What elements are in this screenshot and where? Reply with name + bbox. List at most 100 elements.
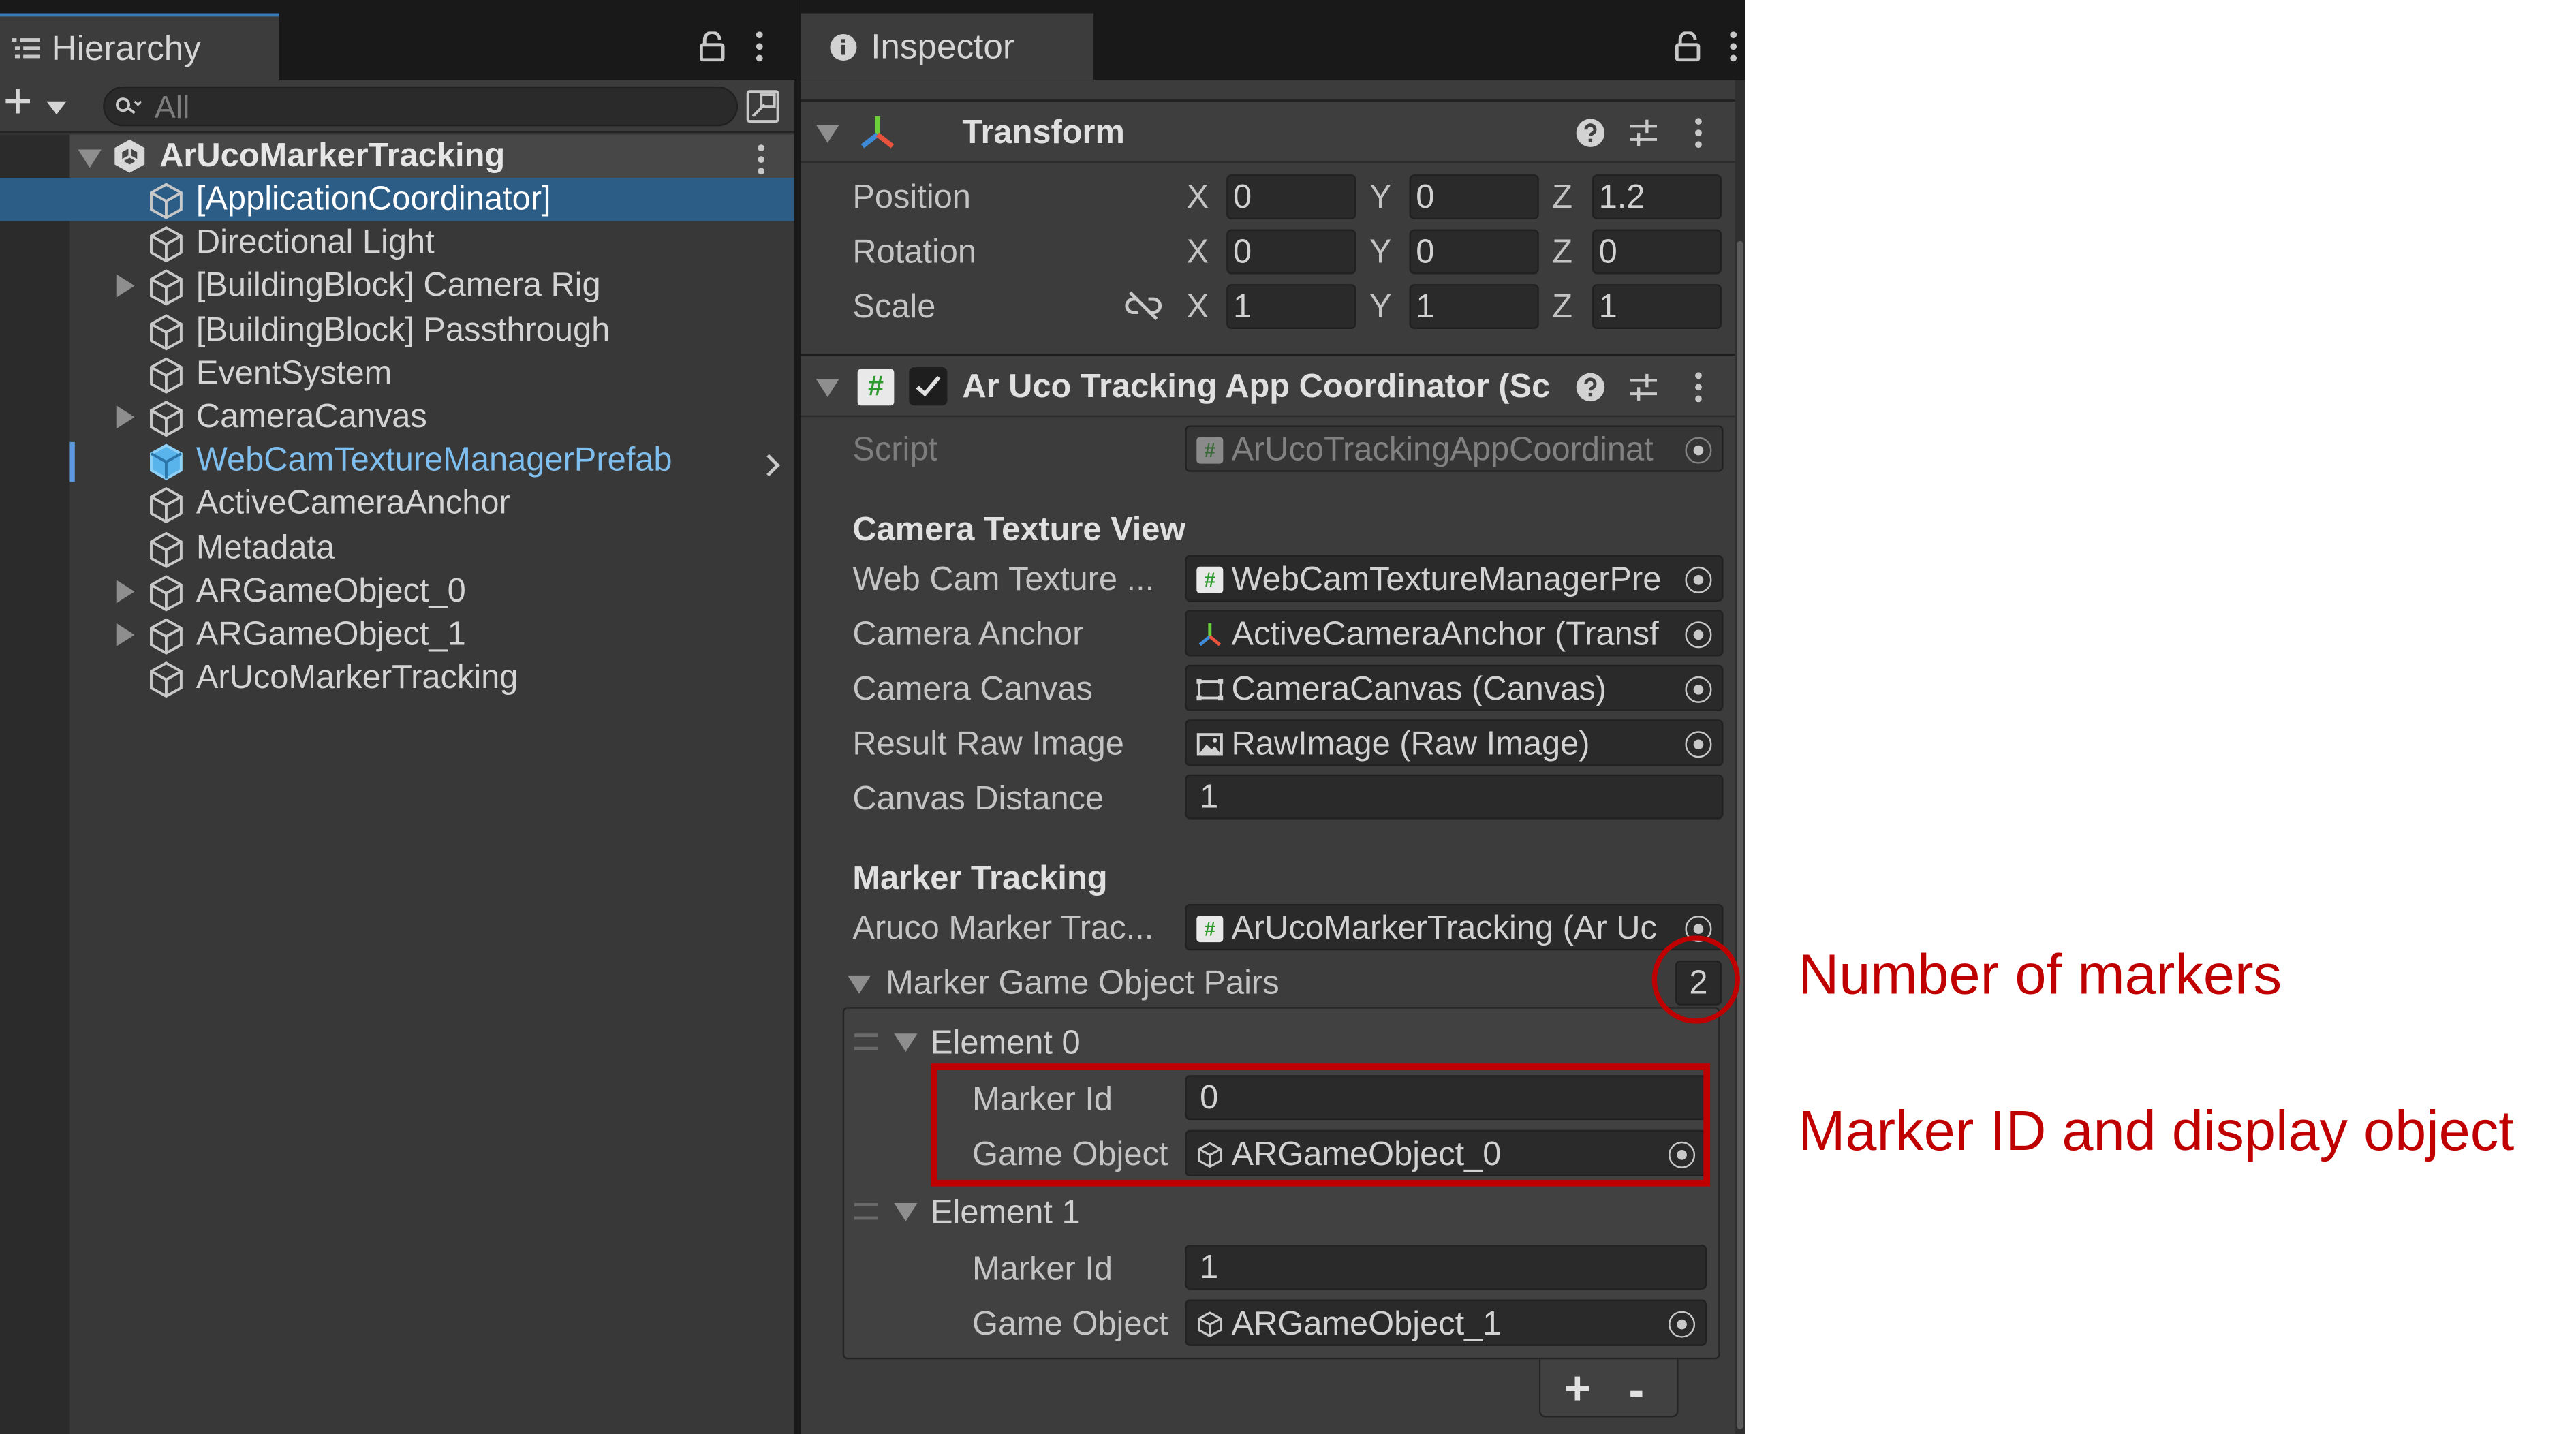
hierarchy-menu-icon[interactable] (756, 31, 763, 66)
hierarchy-item[interactable]: Metadata (146, 526, 745, 569)
camera-canvas-field[interactable]: CameraCanvas (Canvas) (1185, 664, 1724, 712)
presets-icon[interactable] (1629, 118, 1659, 148)
help-icon[interactable] (1575, 118, 1605, 148)
object-picker-icon[interactable] (1685, 621, 1712, 649)
scale-z-axis-label[interactable]: Z (1552, 291, 1572, 324)
result-raw-image-field[interactable]: RawImage (Raw Image) (1185, 719, 1724, 766)
rotation-y-input[interactable]: 0 (1409, 229, 1539, 275)
drag-handle-icon[interactable] (854, 1203, 878, 1220)
hierarchy-item[interactable]: WebCamTextureManagerPrefab (146, 439, 745, 482)
collapse-arrow-icon[interactable] (816, 124, 839, 143)
transform-header[interactable]: Transform (801, 99, 1735, 163)
expand-arrow-icon[interactable] (116, 275, 135, 298)
scale-y-input[interactable]: 1 (1409, 284, 1539, 329)
hierarchy-item[interactable]: ARGameObject_1 (116, 613, 745, 656)
position-z-input[interactable]: 1.2 (1592, 174, 1722, 219)
camera-canvas-value: CameraCanvas (Canvas) (1231, 671, 1607, 708)
scene-menu-icon[interactable] (758, 144, 765, 179)
rotation-z-input[interactable]: 0 (1592, 229, 1722, 275)
position-x-input[interactable]: 0 (1226, 174, 1356, 219)
hierarchy-item[interactable]: Directional Light (146, 221, 745, 264)
hierarchy-gutter (0, 134, 70, 1434)
scale-z-input[interactable]: 1 (1592, 284, 1722, 329)
lock-icon[interactable] (699, 31, 725, 62)
inspector-menu-icon[interactable] (1730, 31, 1737, 66)
annotation-marker-id-display: Marker ID and display object (1798, 1100, 2515, 1164)
list-icon (12, 38, 40, 59)
constrain-proportions-icon[interactable] (1125, 289, 1162, 322)
web-cam-texture-field[interactable]: # WebCamTextureManagerPre (1185, 555, 1724, 602)
position-y-input[interactable]: 0 (1409, 174, 1539, 219)
component-header[interactable]: # Ar Uco Tracking App Coordinator (Sc (801, 354, 1735, 418)
component-enabled-checkbox[interactable] (909, 367, 948, 406)
gameobject-cube-icon (150, 401, 183, 437)
transform-icon (1198, 623, 1222, 646)
add-element-button[interactable]: + (1564, 1365, 1591, 1412)
search-input[interactable]: All (103, 86, 739, 127)
inspector-scroll-thumb[interactable] (1737, 240, 1743, 1429)
position-x-axis-label[interactable]: X (1187, 181, 1209, 215)
game-object-value: ARGameObject_1 (1231, 1306, 1502, 1343)
scene-visibility-icon[interactable] (746, 90, 779, 123)
hierarchy-item[interactable]: [BuildingBlock] Passthrough (146, 309, 745, 352)
canvas-distance-input[interactable]: 1 (1185, 774, 1724, 820)
hierarchy-item[interactable]: ActiveCameraAnchor (146, 482, 745, 525)
camera-anchor-field[interactable]: ActiveCameraAnchor (Transf (1185, 610, 1724, 657)
hierarchy-tab[interactable]: Hierarchy (0, 13, 279, 80)
web-cam-texture-label: Web Cam Texture ... (852, 561, 1155, 599)
lock-icon[interactable] (1675, 31, 1701, 62)
expand-arrow-icon[interactable] (116, 405, 135, 429)
section-marker-tracking: Marker Tracking (852, 860, 1108, 898)
expand-arrow-icon[interactable] (116, 623, 135, 646)
camera-canvas-label: Camera Canvas (852, 671, 1093, 708)
inspector-tab[interactable]: Inspector (801, 13, 1094, 80)
scale-y-axis-label[interactable]: Y (1369, 291, 1392, 324)
expand-arrow-icon[interactable] (78, 149, 102, 168)
hierarchy-item[interactable]: [ApplicationCoordinator] (146, 178, 745, 221)
element-label[interactable]: Element 1 (931, 1196, 1081, 1230)
game-object-label: Game Object (972, 1306, 1168, 1343)
help-icon[interactable] (1575, 372, 1605, 402)
transform-menu-icon[interactable] (1695, 118, 1702, 153)
object-picker-icon[interactable] (1685, 676, 1712, 703)
marker-id-input[interactable]: 1 (1185, 1245, 1707, 1290)
position-y-axis-label[interactable]: Y (1369, 181, 1392, 215)
game-object-field[interactable]: ARGameObject_1 (1185, 1299, 1707, 1346)
element-label[interactable]: Element 0 (931, 1027, 1081, 1060)
position-z-axis-label[interactable]: Z (1552, 181, 1572, 215)
expand-arrow-icon[interactable] (116, 579, 135, 603)
chevron-down-icon (46, 101, 67, 115)
unity-scene-icon (114, 139, 145, 173)
drag-handle-icon[interactable] (854, 1033, 878, 1050)
hierarchy-item[interactable]: EventSystem (146, 352, 745, 395)
panel-divider[interactable] (794, 0, 801, 1434)
element-expand-arrow-icon[interactable] (894, 1203, 918, 1221)
element-expand-arrow-icon[interactable] (894, 1033, 918, 1053)
create-button[interactable]: + (3, 77, 70, 127)
rotation-x-input[interactable]: 0 (1226, 229, 1356, 275)
scale-x-input[interactable]: 1 (1226, 284, 1356, 329)
chevron-right-icon[interactable] (764, 452, 781, 478)
scene-root-row[interactable]: ArUcoMarkerTracking (69, 134, 794, 179)
marker-game-object-pairs-label: Marker Game Object Pairs (886, 965, 1279, 1002)
object-picker-icon[interactable] (1669, 1311, 1696, 1338)
object-picker-icon[interactable] (1685, 566, 1712, 593)
collapse-arrow-icon[interactable] (816, 379, 839, 397)
rotation-y-axis-label[interactable]: Y (1369, 236, 1392, 269)
presets-icon[interactable] (1629, 372, 1659, 402)
remove-element-button[interactable]: - (1629, 1367, 1645, 1414)
scale-x-axis-label[interactable]: X (1187, 291, 1209, 324)
gameobject-cube-icon (150, 531, 183, 568)
pairs-expand-arrow-icon[interactable] (848, 975, 871, 994)
script-label: Script (852, 432, 938, 469)
component-menu-icon[interactable] (1695, 372, 1702, 407)
hierarchy-item[interactable]: CameraCanvas (116, 396, 745, 439)
rotation-z-axis-label[interactable]: Z (1552, 236, 1572, 269)
gameobject-cube-icon (150, 618, 183, 655)
hierarchy-item[interactable]: ARGameObject_0 (116, 570, 745, 612)
hierarchy-item[interactable]: [BuildingBlock] Camera Rig (116, 265, 745, 308)
aruco-marker-tracking-field[interactable]: # ArUcoMarkerTracking (Ar Uc (1185, 903, 1724, 951)
hierarchy-item[interactable]: ArUcoMarkerTracking (146, 657, 745, 700)
rotation-x-axis-label[interactable]: X (1187, 236, 1209, 269)
object-picker-icon[interactable] (1685, 731, 1712, 758)
